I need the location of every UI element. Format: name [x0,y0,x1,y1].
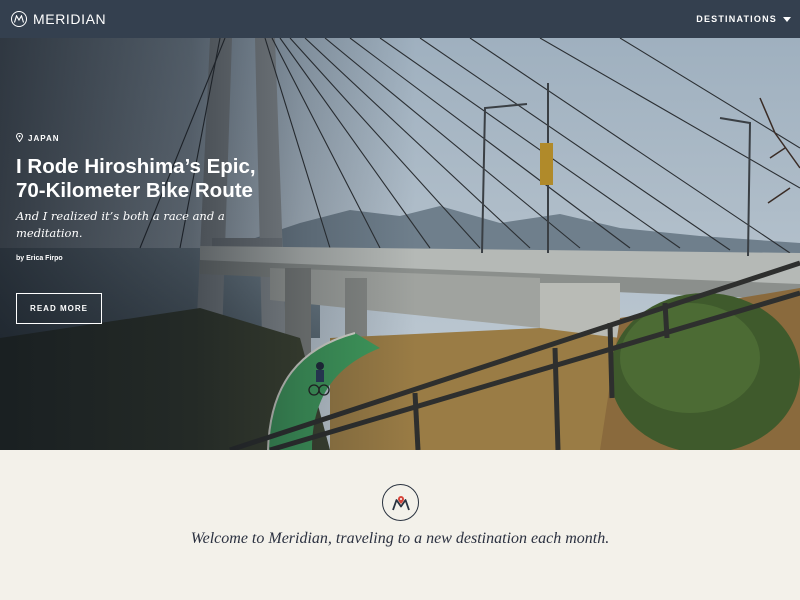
brand-link[interactable]: MERIDIAN [11,11,106,27]
meridian-pin-logo-icon [382,484,419,521]
caret-down-icon [783,16,791,22]
meridian-logo-icon [11,11,27,27]
destinations-menu[interactable]: DESTINATIONS [696,14,791,24]
destinations-menu-label: DESTINATIONS [696,14,777,24]
read-more-button[interactable]: READ MORE [16,293,102,324]
article-byline: by Erica Firpo [16,255,63,262]
hero-feature: JAPAN I Rode Hiroshima’s Epic, 70-Kilome… [0,38,800,450]
hero-text-block: JAPAN I Rode Hiroshima’s Epic, 70-Kilome… [15,129,256,262]
article-headline[interactable]: I Rode Hiroshima’s Epic, 70-Kilometer Bi… [16,155,256,203]
article-dek: And I realized it’s both a race and a me… [16,209,225,240]
top-nav: MERIDIAN DESTINATIONS [0,0,800,38]
welcome-message: Welcome to Meridian, traveling to a new … [190,530,610,547]
location-tag[interactable]: JAPAN [15,129,256,147]
brand-name: MERIDIAN [33,11,107,27]
location-label: JAPAN [28,133,60,143]
map-pin-icon [15,129,24,147]
